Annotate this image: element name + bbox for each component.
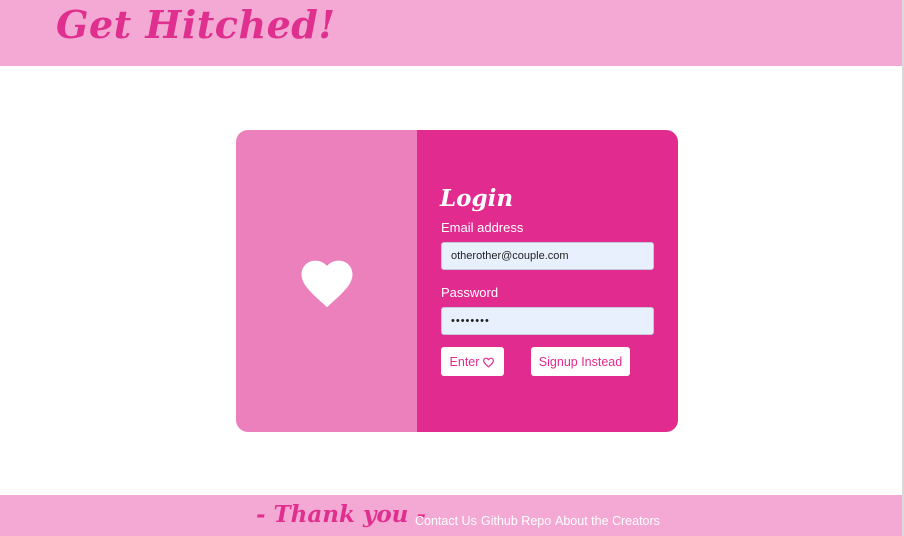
site-footer: - Thank you - Contact Us Github Repo Abo… [0, 495, 902, 536]
email-field[interactable]: otherother@couple.com [441, 242, 654, 270]
password-label: Password [441, 285, 499, 300]
login-card: Login Email address otherother@couple.co… [236, 130, 678, 432]
github-repo-link[interactable]: Github Repo [481, 514, 551, 528]
about-creators-link[interactable]: About the Creators [555, 514, 660, 528]
email-label: Email address [441, 220, 524, 235]
site-header: Get Hitched! [0, 0, 902, 66]
heart-icon [301, 260, 352, 308]
site-logo[interactable]: Get Hitched! [56, 2, 336, 47]
login-title: Login [440, 185, 514, 212]
heart-outline-icon [483, 357, 495, 367]
password-field[interactable]: •••••••• [441, 307, 654, 335]
card-decor-panel [236, 130, 417, 432]
footer-thanks: - Thank you - [256, 501, 426, 528]
enter-button[interactable]: Enter [441, 347, 504, 376]
login-form: Login Email address otherother@couple.co… [417, 130, 678, 432]
enter-button-label: Enter [449, 354, 480, 369]
contact-us-link[interactable]: Contact Us [415, 514, 477, 528]
signup-button[interactable]: Signup Instead [531, 347, 630, 376]
